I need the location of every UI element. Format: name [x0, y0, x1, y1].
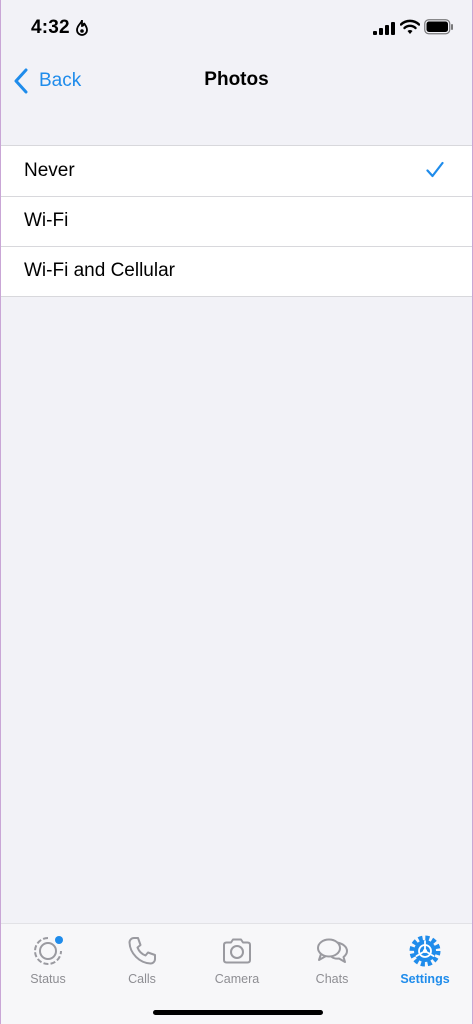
camera-icon	[223, 938, 251, 964]
option-wifi[interactable]: Wi-Fi	[1, 196, 472, 246]
tab-calls[interactable]: Calls	[97, 934, 187, 986]
battery-icon	[424, 19, 453, 35]
chats-icon	[317, 938, 348, 963]
option-wifi-and-cellular[interactable]: Wi-Fi and Cellular	[1, 246, 472, 296]
options-list: Never Wi-Fi Wi-Fi and Cellular	[1, 145, 472, 297]
navigation-bar: Back Photos	[1, 56, 472, 106]
option-label: Never	[24, 160, 75, 181]
flame-icon	[76, 19, 88, 36]
gear-icon	[409, 935, 441, 967]
wifi-icon	[400, 19, 420, 34]
option-label: Wi-Fi	[24, 210, 69, 231]
checkmark-icon	[426, 161, 444, 178]
tab-chats[interactable]: Chats	[287, 934, 377, 986]
tab-label: Calls	[128, 972, 156, 986]
status-bar: 4:32	[1, 0, 472, 56]
status-icon	[34, 936, 63, 965]
tab-label: Camera	[214, 972, 260, 986]
option-label: Wi-Fi and Cellular	[24, 260, 175, 281]
tab-label: Settings	[400, 972, 450, 986]
status-time: 4:32	[31, 17, 70, 38]
tab-camera[interactable]: Camera	[192, 934, 282, 986]
page-title: Photos	[204, 69, 269, 90]
cellular-signal-icon	[373, 22, 395, 35]
tab-bar: Status Calls Camera Chats Settings	[1, 923, 472, 1024]
tab-label: Chats	[315, 972, 349, 986]
home-indicator[interactable]	[153, 1010, 323, 1015]
option-never[interactable]: Never	[1, 146, 472, 196]
tab-label: Status	[30, 972, 66, 986]
tab-status[interactable]: Status	[3, 934, 93, 986]
tab-settings[interactable]: Settings	[380, 934, 470, 986]
phone-icon	[128, 937, 156, 965]
